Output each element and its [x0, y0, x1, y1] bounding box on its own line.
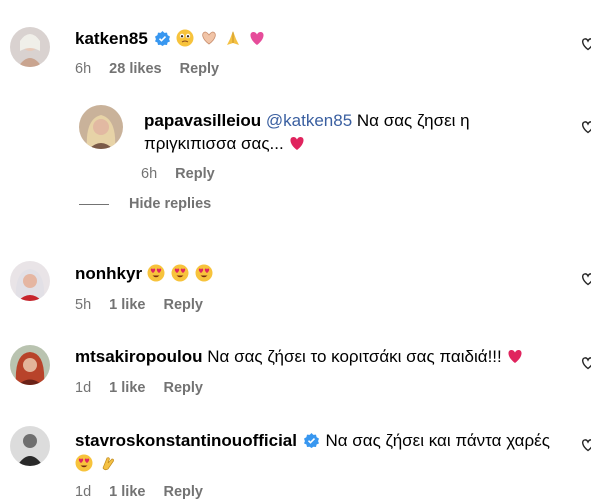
comment-time: 6h [75, 61, 92, 77]
heart-eyes-emoji-icon [75, 454, 93, 472]
username[interactable]: mtsakiropoulou [75, 347, 203, 366]
reply-button[interactable]: Reply [175, 166, 215, 182]
red-heart-emoji-icon [506, 347, 524, 365]
heart-outline-icon[interactable] [581, 120, 591, 134]
heart-eyes-emoji-icon [171, 264, 189, 282]
pink-heart-emoji-icon [248, 29, 266, 47]
reply-button[interactable]: Reply [163, 297, 203, 313]
reply-button[interactable]: Reply [180, 61, 220, 77]
verified-badge-icon [154, 31, 170, 46]
avatar[interactable] [10, 27, 50, 67]
comment-time: 1d [75, 380, 92, 396]
like-count[interactable]: 1 like [109, 484, 145, 500]
clapping-hands-emoji-icon [99, 454, 117, 472]
like-count[interactable]: 1 like [109, 297, 145, 313]
username[interactable]: stavroskonstantinouofficial [75, 431, 297, 450]
heart-outline-icon[interactable] [581, 37, 591, 51]
username[interactable]: katken85 [75, 29, 148, 48]
comment-text: Να σας ζήσει το κοριτσάκι σας παιδιά!!! [207, 347, 502, 366]
comment-text-line2: πριγκιπισσα σας... [144, 134, 284, 153]
divider [79, 203, 109, 205]
comment-time: 1d [75, 484, 92, 500]
avatar[interactable] [79, 105, 123, 149]
comment-text-line1: Να σας ζησει η [356, 111, 470, 130]
heart-eyes-emoji-icon [195, 264, 213, 282]
heart-hands-emoji-icon [200, 29, 218, 47]
heart-outline-icon[interactable] [581, 438, 591, 452]
reply-button[interactable]: Reply [163, 380, 203, 396]
reply-button[interactable]: Reply [163, 484, 203, 500]
like-count[interactable]: 1 like [109, 380, 145, 396]
red-heart-emoji-icon [288, 134, 306, 152]
username[interactable]: papavasilleiou [144, 111, 261, 130]
hide-replies-button[interactable]: Hide replies [79, 196, 211, 212]
heart-eyes-emoji-icon [147, 264, 165, 282]
folded-hands-emoji-icon [224, 29, 242, 47]
comment-text: Να σας ζήσει και πάντα χαρές [325, 431, 550, 450]
heart-outline-icon[interactable] [581, 356, 591, 370]
avatar[interactable] [10, 426, 50, 466]
avatar[interactable] [10, 261, 50, 301]
avatar[interactable] [10, 345, 50, 385]
teary-face-emoji-icon [176, 29, 194, 47]
heart-outline-icon[interactable] [581, 272, 591, 286]
verified-badge-icon [303, 433, 319, 448]
comment-time: 5h [75, 297, 92, 313]
username[interactable]: nonhkyr [75, 264, 142, 283]
mention-link[interactable]: @katken85 [266, 111, 352, 130]
comment-time: 6h [141, 166, 158, 182]
like-count[interactable]: 28 likes [109, 61, 161, 77]
hide-replies-label[interactable]: Hide replies [129, 196, 211, 212]
